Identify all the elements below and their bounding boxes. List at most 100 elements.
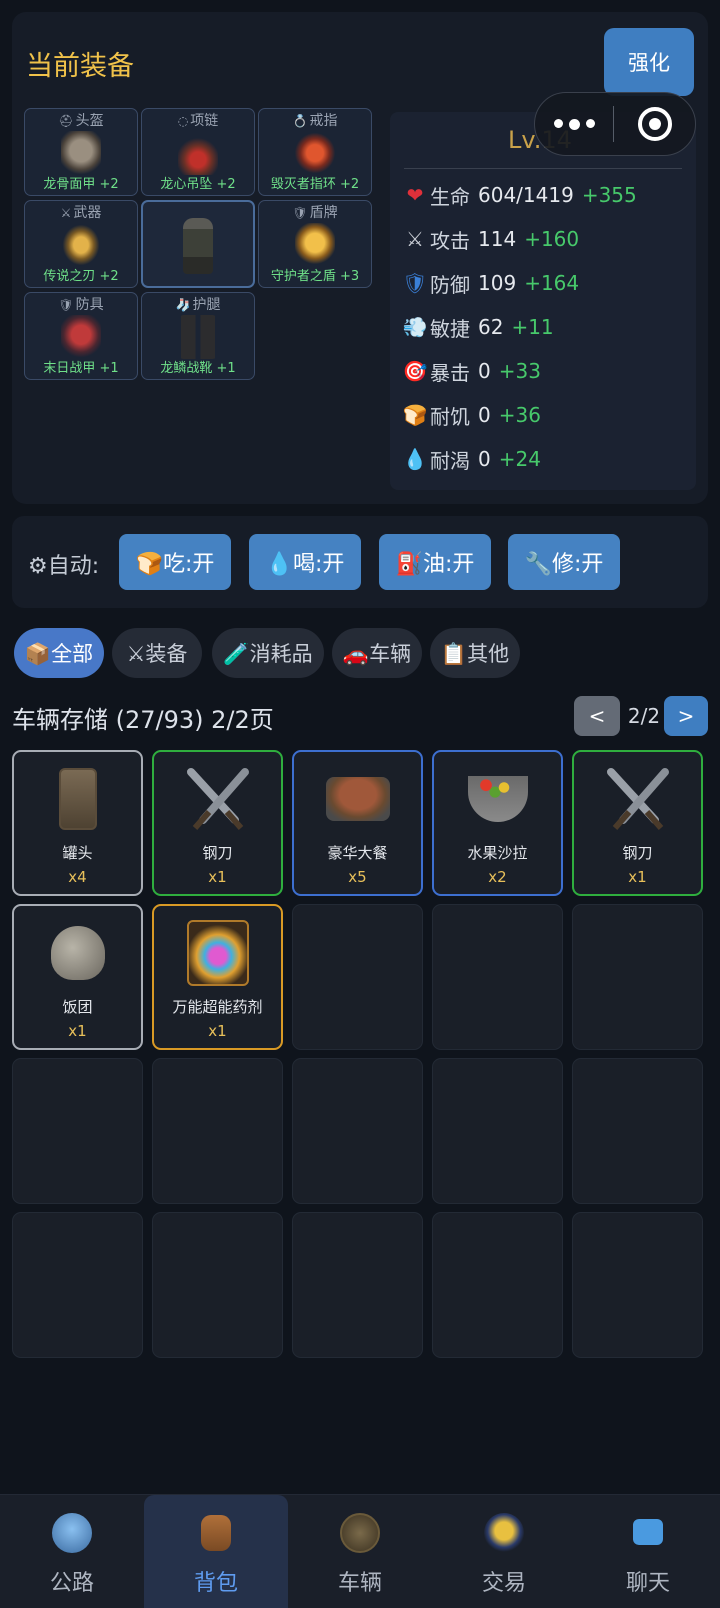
bottom-nav: 公路 背包 车辆 交易 聊天 [0, 1494, 720, 1608]
item-name: 饭团 [62, 998, 93, 1016]
storage-item[interactable]: 饭团 x1 [12, 904, 143, 1050]
nav-vehicle[interactable]: 车辆 [288, 1495, 432, 1608]
item-qty: x1 [68, 1022, 87, 1040]
auto-panel: ⚙自动: 🍞吃:开 💧喝:开 ⛽油:开 🔧修:开 [12, 516, 708, 608]
more-options-icon[interactable] [535, 118, 613, 130]
close-miniprogram-icon[interactable] [614, 107, 695, 141]
empty-slot[interactable] [12, 1212, 143, 1358]
steel-knife-image [183, 764, 253, 834]
tab-all[interactable]: 📦全部 [14, 628, 104, 678]
slot-label: 项链 [190, 113, 219, 129]
slot-weapon[interactable]: ⚔ 武器 传说之刃 +2 [24, 200, 138, 288]
item-name: 钢刀 [202, 844, 233, 862]
slot-helmet[interactable]: ⛑ 头盔 龙骨面甲 +2 [24, 108, 138, 196]
empty-slot[interactable] [292, 904, 423, 1050]
weapon-item-image [61, 223, 101, 267]
slot-item-name: 龙骨面甲 +2 [43, 177, 119, 192]
nav-trade[interactable]: 交易 [432, 1495, 576, 1608]
empty-slot[interactable] [12, 1058, 143, 1204]
item-name: 万能超能药剂 [172, 998, 263, 1016]
empty-slot[interactable] [292, 1058, 423, 1204]
empty-slot[interactable] [432, 904, 563, 1050]
slot-item-name: 龙鳞战靴 +1 [160, 361, 236, 376]
empty-slot[interactable] [152, 1058, 283, 1204]
shield-icon: 🛡 [402, 271, 428, 295]
empty-slot[interactable] [152, 1212, 283, 1358]
empty-slot[interactable] [292, 1212, 423, 1358]
slot-item-name: 守护者之盾 +3 [270, 269, 360, 284]
ring-slot-icon: 💍 [292, 114, 308, 128]
tab-equipment[interactable]: ⚔装备 [112, 628, 202, 678]
empty-slot[interactable] [572, 1212, 703, 1358]
storage-title: 车辆存储 (27/93) 2/2页 [12, 706, 274, 734]
empty-slot[interactable] [572, 904, 703, 1050]
storage-item[interactable]: 豪华大餐 x5 [292, 750, 423, 896]
auto-eat-toggle[interactable]: 🍞吃:开 [119, 534, 231, 590]
nav-chat[interactable]: 聊天 [576, 1495, 720, 1608]
stat-thirst: 💧 耐渴 0 +24 [402, 447, 541, 473]
helmet-slot-icon: ⛑ [58, 114, 74, 128]
trade-icon [484, 1513, 524, 1553]
storage-item[interactable]: 钢刀 x1 [152, 750, 283, 896]
stat-attack: ⚔ 攻击 114 +160 [402, 222, 579, 256]
storage-item[interactable]: 罐头 x4 [12, 750, 143, 896]
item-name: 豪华大餐 [327, 844, 388, 862]
shield-slot-icon: 🛡 [292, 206, 308, 220]
necklace-item-image [178, 131, 218, 175]
character-avatar [183, 218, 213, 274]
storage-item[interactable]: 万能超能药剂 x1 [152, 904, 283, 1050]
slot-label: 护腿 [192, 297, 221, 313]
auto-fuel-toggle[interactable]: ⛽油:开 [379, 534, 491, 590]
nav-label: 车辆 [337, 1571, 382, 1596]
auto-drink-toggle[interactable]: 💧喝:开 [249, 534, 361, 590]
tab-vehicles[interactable]: 🚗车辆 [332, 628, 422, 678]
slot-label: 武器 [73, 205, 102, 221]
auto-label: ⚙自动: [28, 554, 100, 579]
backpack-icon [201, 1515, 231, 1551]
nav-label: 公路 [49, 1571, 94, 1596]
slot-armor[interactable]: 🛡 防具 末日战甲 +1 [24, 292, 138, 380]
slot-ring[interactable]: 💍 戒指 毁灭者指环 +2 [258, 108, 372, 196]
empty-slot[interactable] [432, 1058, 563, 1204]
prev-page-button[interactable]: < [574, 696, 620, 736]
slot-leggings[interactable]: 🧦 护腿 龙鳞战靴 +1 [141, 292, 255, 380]
shield-item-image [295, 223, 335, 267]
rice-ball-image [43, 918, 113, 988]
next-page-button[interactable]: > [664, 696, 708, 736]
storage-item[interactable]: 水果沙拉 x2 [432, 750, 563, 896]
water-drop-icon: 💧 [402, 447, 428, 471]
empty-slot[interactable] [432, 1212, 563, 1358]
swords-icon: ⚔ [406, 227, 424, 251]
item-name: 罐头 [62, 844, 93, 862]
item-name: 水果沙拉 [467, 844, 528, 862]
nav-road[interactable]: 公路 [0, 1495, 144, 1608]
slot-shield[interactable]: 🛡 盾牌 守护者之盾 +3 [258, 200, 372, 288]
stat-crit: 🎯 暴击 0 +33 [402, 359, 541, 385]
slot-necklace[interactable]: ◌ 项链 龙心吊坠 +2 [141, 108, 255, 196]
page-indicator: 2/2 [627, 704, 661, 728]
nav-label: 聊天 [625, 1571, 670, 1596]
road-icon [52, 1513, 92, 1553]
slot-label: 戒指 [309, 113, 338, 129]
boots-item-image [178, 315, 218, 359]
target-icon: 🎯 [402, 359, 428, 383]
nav-backpack[interactable]: 背包 [144, 1495, 288, 1608]
storage-item[interactable]: 钢刀 x1 [572, 750, 703, 896]
slot-label: 防具 [75, 297, 104, 313]
auto-repair-toggle[interactable]: 🔧修:开 [508, 534, 620, 590]
slot-item-name: 毁灭者指环 +2 [270, 177, 360, 192]
ring-item-image [295, 131, 335, 175]
potion-image [183, 918, 253, 988]
character-avatar-slot[interactable] [141, 200, 255, 288]
stat-hp: ❤ 生命 604/1419 +355 [402, 178, 637, 212]
stats-divider [404, 168, 682, 169]
item-name: 钢刀 [622, 844, 653, 862]
storage-grid: 罐头 x4 钢刀 x1 豪华大餐 x5 水果沙拉 x2 钢刀 x1 饭团 x1 … [12, 750, 708, 1358]
nav-label: 背包 [193, 1571, 238, 1596]
item-qty: x5 [348, 868, 367, 886]
empty-slot[interactable] [572, 1058, 703, 1204]
weapon-slot-icon: ⚔ [60, 206, 72, 220]
tab-other[interactable]: 📋其他 [430, 628, 520, 678]
tab-consumables[interactable]: 🧪消耗品 [212, 628, 324, 678]
enhance-button[interactable]: 强化 [604, 28, 694, 96]
